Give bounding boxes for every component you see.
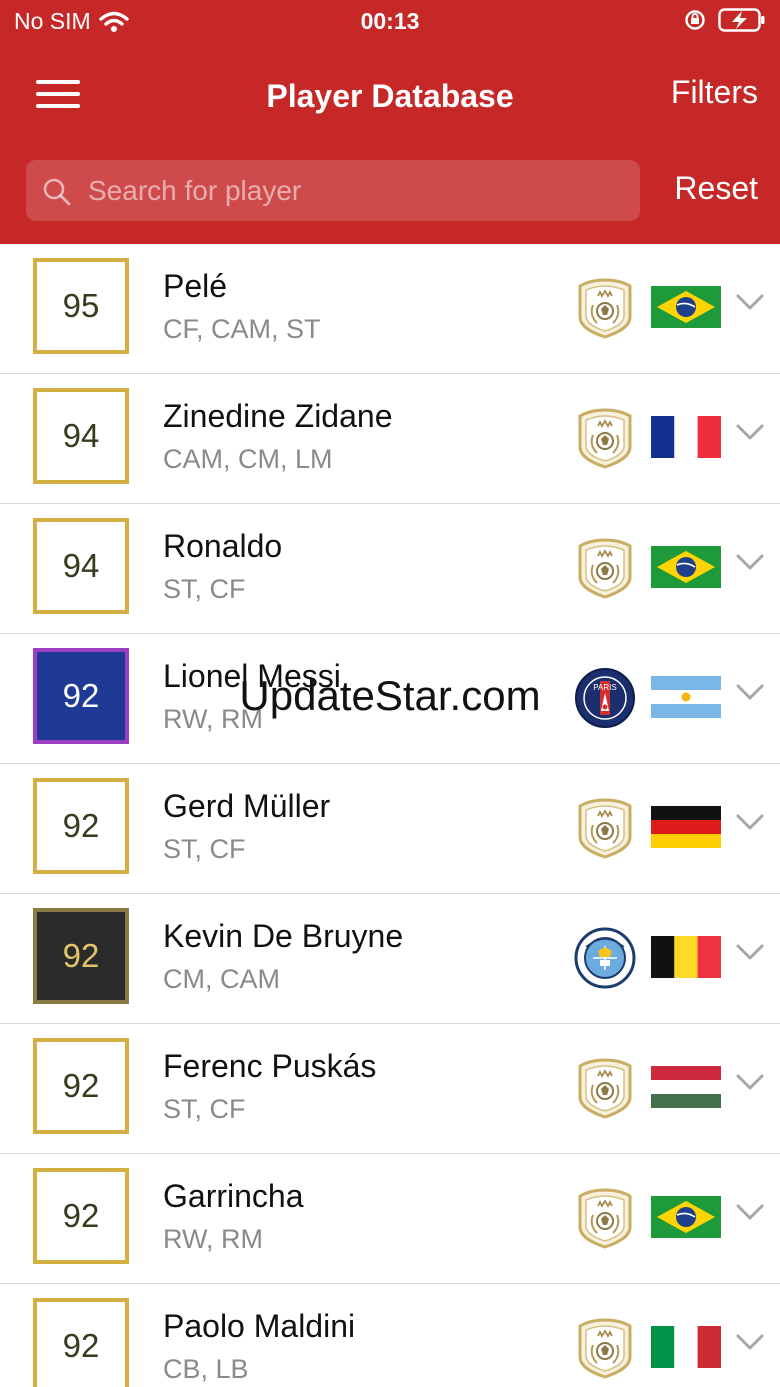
flag-germany-icon (651, 806, 721, 848)
search-bar[interactable] (26, 160, 640, 221)
player-row[interactable]: 92 Ferenc Puskás ST, CF (0, 1024, 780, 1154)
player-name: Ronaldo (163, 528, 283, 564)
flag-italy-icon (651, 1326, 721, 1368)
player-rating-badge: 92 (33, 648, 129, 744)
icon-badge-icon (574, 537, 636, 599)
player-positions: CF, CAM, ST (163, 314, 321, 344)
player-row[interactable]: 94 Zinedine Zidane CAM, CM, LM (0, 374, 780, 504)
chevron-down-icon[interactable] (735, 292, 765, 312)
chevron-down-icon[interactable] (735, 1072, 765, 1092)
player-row[interactable]: 92 Kevin De Bruyne CM, CAM (0, 894, 780, 1024)
icon-badge-icon (574, 1057, 636, 1119)
filters-button[interactable]: Filters (671, 74, 758, 111)
search-icon (43, 178, 71, 206)
icon-badge-icon (574, 797, 636, 859)
chevron-down-icon[interactable] (735, 1332, 765, 1352)
reset-button[interactable]: Reset (674, 170, 758, 207)
page-title: Player Database (266, 78, 514, 114)
app-header: No SIM 00:13 Player Database Filters Sea… (0, 0, 780, 244)
status-time: 00:13 (360, 8, 420, 34)
icon-badge-icon (574, 1187, 636, 1249)
chevron-down-icon[interactable] (735, 1202, 765, 1222)
player-rating-badge: 92 (33, 778, 129, 874)
flag-brazil-icon (651, 1196, 721, 1238)
player-row[interactable]: 92 Lionel Messi RW, RM PARIS (0, 634, 780, 764)
player-positions: RW, RM (163, 1224, 263, 1254)
navigation-bar: Player Database Filters (0, 60, 780, 136)
player-row[interactable]: 92 Paolo Maldini CB, LB (0, 1284, 780, 1387)
player-name: Gerd Müller (163, 788, 331, 824)
player-name: Ferenc Puskás (163, 1048, 377, 1084)
psg-crest-icon: PARIS (574, 667, 636, 729)
player-positions: ST, CF (163, 834, 246, 864)
search-input[interactable] (88, 160, 628, 221)
flag-argentina-icon (651, 676, 721, 718)
player-name: Zinedine Zidane (163, 398, 393, 434)
player-rating-badge: 92 (33, 1168, 129, 1264)
status-bar: No SIM 00:13 (0, 0, 780, 44)
player-list: 95 Pelé CF, CAM, ST 94 Zinedine Zidane CAM, C… (0, 244, 780, 1387)
battery-charging-icon (718, 8, 765, 32)
player-positions: CM, CAM (163, 964, 280, 994)
flag-hungary-icon (651, 1066, 721, 1108)
icon-badge-icon (574, 1317, 636, 1379)
player-rating-badge: 92 (33, 1298, 129, 1387)
flag-brazil-icon (651, 546, 721, 588)
player-row[interactable]: 95 Pelé CF, CAM, ST (0, 244, 780, 374)
player-name: Lionel Messi (163, 658, 341, 694)
icon-badge-icon (574, 277, 636, 339)
orientation-lock-icon (685, 10, 705, 30)
chevron-down-icon[interactable] (735, 422, 765, 442)
player-name: Kevin De Bruyne (163, 918, 404, 954)
flag-france-icon (651, 416, 721, 458)
status-right (684, 8, 766, 32)
flag-brazil-icon (651, 286, 721, 328)
player-positions: RW, RM (163, 704, 263, 734)
player-row[interactable]: 94 Ronaldo ST, CF (0, 504, 780, 634)
player-name: Paolo Maldini (163, 1308, 356, 1344)
chevron-down-icon[interactable] (735, 942, 765, 962)
player-name: Garrincha (163, 1178, 304, 1214)
player-row[interactable]: 92 Gerd Müller ST, CF (0, 764, 780, 894)
chevron-down-icon[interactable] (735, 552, 765, 572)
player-rating-badge: 94 (33, 388, 129, 484)
chevron-down-icon[interactable] (735, 682, 765, 702)
man-city-crest-icon (574, 927, 636, 989)
flag-belgium-icon (651, 936, 721, 978)
svg-text:PARIS: PARIS (593, 683, 616, 692)
player-rating-badge: 94 (33, 518, 129, 614)
player-name: Pelé (163, 268, 228, 304)
player-positions: ST, CF (163, 574, 246, 604)
player-rating-badge: 92 (33, 1038, 129, 1134)
player-positions: CB, LB (163, 1354, 249, 1384)
chevron-down-icon[interactable] (735, 812, 765, 832)
player-rating-badge: 95 (33, 258, 129, 354)
icon-badge-icon (574, 407, 636, 469)
player-positions: CAM, CM, LM (163, 444, 333, 474)
player-positions: ST, CF (163, 1094, 246, 1124)
player-rating-badge: 92 (33, 908, 129, 1004)
player-row[interactable]: 92 Garrincha RW, RM (0, 1154, 780, 1284)
